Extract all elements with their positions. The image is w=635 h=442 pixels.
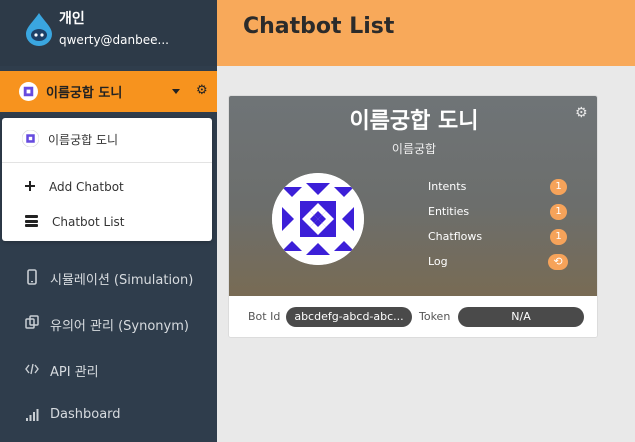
nav-label: 시뮬레이션 (Simulation) — [50, 273, 194, 288]
nav-label: 유의어 관리 (Synonym) — [50, 319, 189, 334]
identicon-icon — [272, 173, 364, 265]
bar-chart-icon — [26, 409, 39, 421]
add-chatbot-item[interactable]: Add Chatbot — [2, 173, 212, 203]
card-footer: Bot Id abcdefg-abcd-abc... Token N/A — [229, 296, 597, 337]
chevron-down-icon[interactable] — [172, 89, 180, 94]
card-header: ⚙ 이름궁합 도니 이름궁합 Intents 1 Entities 1 Chat… — [229, 96, 597, 296]
chatbot-subtitle: 이름궁합 — [391, 142, 437, 156]
nav-item-simulation[interactable]: 시뮬레이션 (Simulation) — [0, 262, 217, 292]
bot-dropdown-menu: 이름궁합 도니 Add Chatbot Chatbot List — [2, 118, 212, 241]
chatbot-list-label: Chatbot List — [52, 215, 125, 229]
stat-label: Entities — [428, 205, 470, 218]
stat-chatflows[interactable]: Chatflows 1 — [428, 229, 578, 247]
bot-selector-label: 이름궁합 도니 — [46, 86, 123, 101]
chatbot-card[interactable]: ⚙ 이름궁합 도니 이름궁합 Intents 1 Entities 1 Chat… — [228, 95, 598, 338]
dropdown-bot-label: 이름궁합 도니 — [48, 133, 119, 147]
count-badge: 1 — [550, 229, 567, 245]
nav-item-synonym[interactable]: 유의어 관리 (Synonym) — [0, 308, 217, 338]
stat-intents[interactable]: Intents 1 — [428, 179, 578, 197]
count-badge: 1 — [550, 179, 567, 195]
bot-avatar-icon — [22, 130, 39, 147]
bot-id-value[interactable]: abcdefg-abcd-abc... — [286, 307, 412, 327]
dropdown-bot-item[interactable]: 이름궁합 도니 — [2, 124, 212, 154]
add-chatbot-label: Add Chatbot — [49, 180, 124, 194]
profile-email: qwerty@danbee... — [59, 33, 169, 47]
chatbot-avatar — [272, 173, 364, 265]
history-icon: ⟲ — [548, 254, 568, 270]
profile-name: 개인 — [59, 11, 85, 27]
token-label: Token — [419, 310, 451, 323]
page-header: Chatbot List — [217, 0, 635, 66]
gear-icon[interactable]: ⚙ — [196, 84, 208, 97]
stat-label: Chatflows — [428, 230, 483, 243]
token-value[interactable]: N/A — [458, 307, 584, 327]
count-badge: 1 — [550, 204, 567, 220]
nav-label: Dashboard — [50, 407, 121, 422]
chatbot-list-item[interactable]: Chatbot List — [2, 208, 212, 238]
page-title: Chatbot List — [243, 14, 395, 39]
stat-label: Log — [428, 255, 448, 268]
copy-icon — [25, 315, 39, 329]
bot-selector[interactable]: 이름궁합 도니 ⚙ — [0, 71, 217, 112]
divider — [2, 162, 212, 163]
drop-logo-icon — [26, 13, 52, 46]
phone-icon — [27, 269, 37, 285]
server-list-icon — [25, 215, 38, 227]
stat-label: Intents — [428, 180, 467, 193]
bot-id-label: Bot Id — [248, 310, 281, 323]
code-icon — [25, 363, 39, 375]
nav-item-api[interactable]: API 관리 — [0, 354, 217, 384]
stat-log[interactable]: Log ⟲ — [428, 254, 578, 272]
profile-section[interactable]: 개인 qwerty@danbee... — [0, 0, 217, 66]
plus-icon — [25, 181, 35, 191]
chatbot-name: 이름궁합 도니 — [349, 109, 479, 134]
bot-avatar-icon — [19, 82, 38, 101]
nav-label: API 관리 — [50, 365, 99, 380]
nav-item-dashboard[interactable]: Dashboard — [0, 400, 217, 430]
stat-entities[interactable]: Entities 1 — [428, 204, 578, 222]
